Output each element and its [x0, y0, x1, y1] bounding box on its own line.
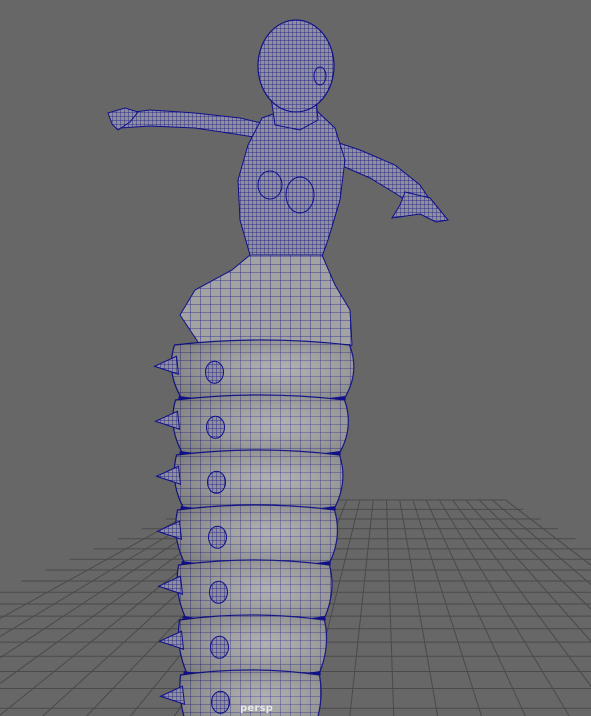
- segment-nodule: [211, 690, 230, 714]
- segment-spike: [154, 410, 181, 430]
- segment-nodule: [209, 580, 228, 604]
- segment-spike: [158, 630, 185, 650]
- segment-spike: [153, 355, 180, 375]
- head: [257, 19, 335, 113]
- segment-shading: [178, 615, 327, 679]
- grid-line: [349, 499, 374, 716]
- larva-segments: [153, 339, 355, 716]
- chest-right: [285, 176, 315, 214]
- segment-nodule: [210, 635, 229, 659]
- ear: [313, 66, 327, 86]
- chest-left: [257, 170, 283, 200]
- wireframe-mesh-model[interactable]: [107, 19, 449, 716]
- grid-line: [492, 499, 591, 586]
- segment-nodule: [205, 360, 224, 384]
- grid-line: [478, 499, 591, 610]
- grid-line: [452, 499, 591, 688]
- grid-line: [425, 499, 526, 716]
- segment-spike: [156, 520, 183, 540]
- segment-shading: [177, 560, 332, 624]
- grid-line: [465, 499, 591, 643]
- segment-spike: [155, 465, 182, 485]
- persp-viewport[interactable]: persp: [0, 0, 591, 716]
- segment-shading: [175, 505, 338, 569]
- grid-line: [399, 499, 439, 716]
- segment-nodule: [207, 470, 226, 494]
- segment-shading: [171, 340, 354, 404]
- segment-nodule: [208, 525, 227, 549]
- segment-nodule: [206, 415, 225, 439]
- camera-name-label: persp: [240, 703, 273, 714]
- grid-line: [505, 499, 591, 566]
- grid-line: [412, 499, 483, 716]
- segment-shading: [174, 450, 343, 514]
- segment-spike: [159, 685, 186, 705]
- segment-shading: [172, 395, 349, 459]
- scene-view[interactable]: [0, 0, 591, 716]
- grid-line: [385, 499, 395, 716]
- segment-spike: [157, 575, 184, 595]
